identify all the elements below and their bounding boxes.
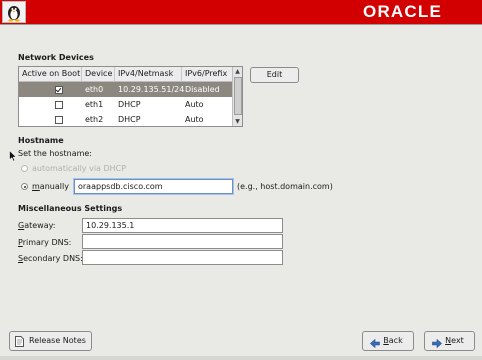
- manual-label: manually: [32, 182, 69, 191]
- column-ipv6[interactable]: IPv6/Prefix: [182, 67, 234, 81]
- next-arrow-icon: [432, 337, 442, 355]
- table-scrollbar[interactable]: ▲ ▼: [232, 67, 242, 126]
- misc-settings-title: Miscellaneous Settings: [18, 204, 123, 213]
- gateway-label: Gateway:: [18, 221, 56, 230]
- secondary-dns-label: Secondary DNS:: [18, 254, 83, 263]
- primary-dns-input[interactable]: [82, 234, 283, 249]
- active-on-boot-checkbox[interactable]: [55, 116, 63, 124]
- gateway-input[interactable]: 10.29.135.1: [82, 218, 283, 233]
- ipv6-cell: Auto: [185, 100, 204, 109]
- ipv6-cell: Disabled: [185, 85, 220, 94]
- hostname-title: Hostname: [18, 136, 64, 145]
- hostname-example: (e.g., host.domain.com): [237, 182, 333, 191]
- column-ipv4[interactable]: IPv4/Netmask: [115, 67, 182, 81]
- table-row[interactable]: eth0 10.29.135.51/24 Disabled: [19, 82, 234, 97]
- release-notes-label: Release Notes: [29, 336, 86, 345]
- auto-dhcp-label: automatically via DHCP: [32, 164, 127, 173]
- active-on-boot-checkbox[interactable]: [55, 101, 63, 109]
- device-cell: eth2: [85, 115, 104, 124]
- document-icon: [15, 336, 24, 347]
- scroll-down-icon[interactable]: ▼: [233, 117, 242, 126]
- edit-button[interactable]: Edit: [250, 67, 299, 83]
- scroll-up-icon[interactable]: ▲: [233, 67, 242, 76]
- hostname-prompt: Set the hostname:: [18, 149, 93, 158]
- table-header: Active on Boot Device IPv4/Netmask IPv6/…: [19, 67, 234, 82]
- network-devices-table: Active on Boot Device IPv4/Netmask IPv6/…: [18, 66, 243, 127]
- active-on-boot-checkbox[interactable]: [55, 86, 63, 94]
- scroll-thumb[interactable]: [234, 77, 242, 115]
- secondary-dns-input[interactable]: [82, 250, 283, 265]
- oracle-brand: ORACLE: [363, 2, 442, 21]
- bottom-border: [0, 356, 482, 360]
- network-devices-title: Network Devices: [18, 53, 94, 62]
- auto-dhcp-radio[interactable]: [21, 165, 28, 172]
- hostname-input[interactable]: oraappsdb.cisco.com: [74, 179, 233, 194]
- back-arrow-icon: [370, 337, 380, 355]
- ipv6-cell: Auto: [185, 115, 204, 124]
- primary-dns-label: Primary DNS:: [18, 238, 72, 247]
- column-active-on-boot[interactable]: Active on Boot: [19, 67, 82, 81]
- device-cell: eth1: [85, 100, 104, 109]
- header-divider: [0, 24, 482, 25]
- ipv4-cell: 10.29.135.51/24: [118, 85, 185, 94]
- ipv4-cell: DHCP: [118, 115, 141, 124]
- next-button[interactable]: Next: [424, 331, 475, 351]
- installer-logo-icon: [2, 1, 26, 23]
- release-notes-button[interactable]: Release Notes: [9, 331, 92, 351]
- manual-radio[interactable]: [21, 183, 28, 190]
- ipv4-cell: DHCP: [118, 100, 141, 109]
- table-row[interactable]: eth2 DHCP Auto: [19, 112, 234, 126]
- column-device[interactable]: Device: [82, 67, 115, 81]
- back-button[interactable]: Back: [362, 331, 414, 351]
- table-row[interactable]: eth1 DHCP Auto: [19, 97, 234, 112]
- mouse-cursor-icon: [9, 149, 18, 164]
- device-cell: eth0: [85, 85, 104, 94]
